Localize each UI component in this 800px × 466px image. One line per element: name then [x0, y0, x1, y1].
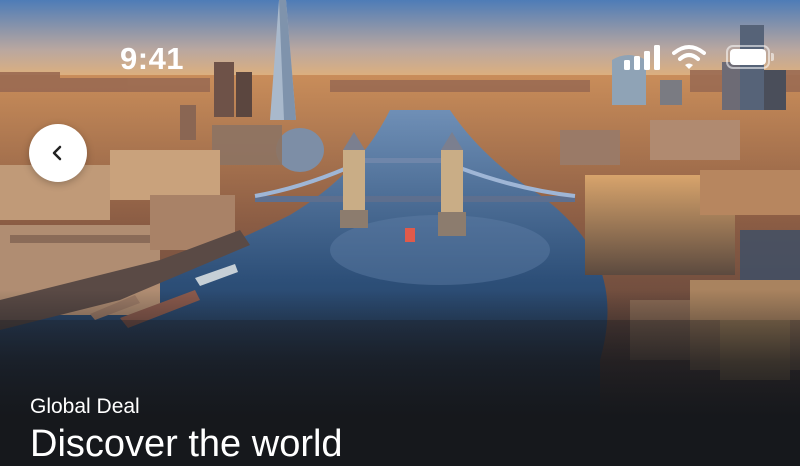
wifi-icon	[672, 45, 706, 69]
deal-title: Discover the world	[30, 423, 343, 465]
deal-label: Global Deal	[30, 395, 140, 418]
cellular-signal-icon	[624, 44, 660, 70]
status-icons	[624, 44, 774, 70]
battery-level	[730, 49, 766, 65]
chevron-left-icon	[52, 145, 62, 161]
back-button[interactable]	[29, 124, 87, 182]
status-bar: 9:41	[0, 0, 800, 120]
battery-icon	[726, 45, 774, 69]
status-time: 9:41	[120, 41, 185, 76]
